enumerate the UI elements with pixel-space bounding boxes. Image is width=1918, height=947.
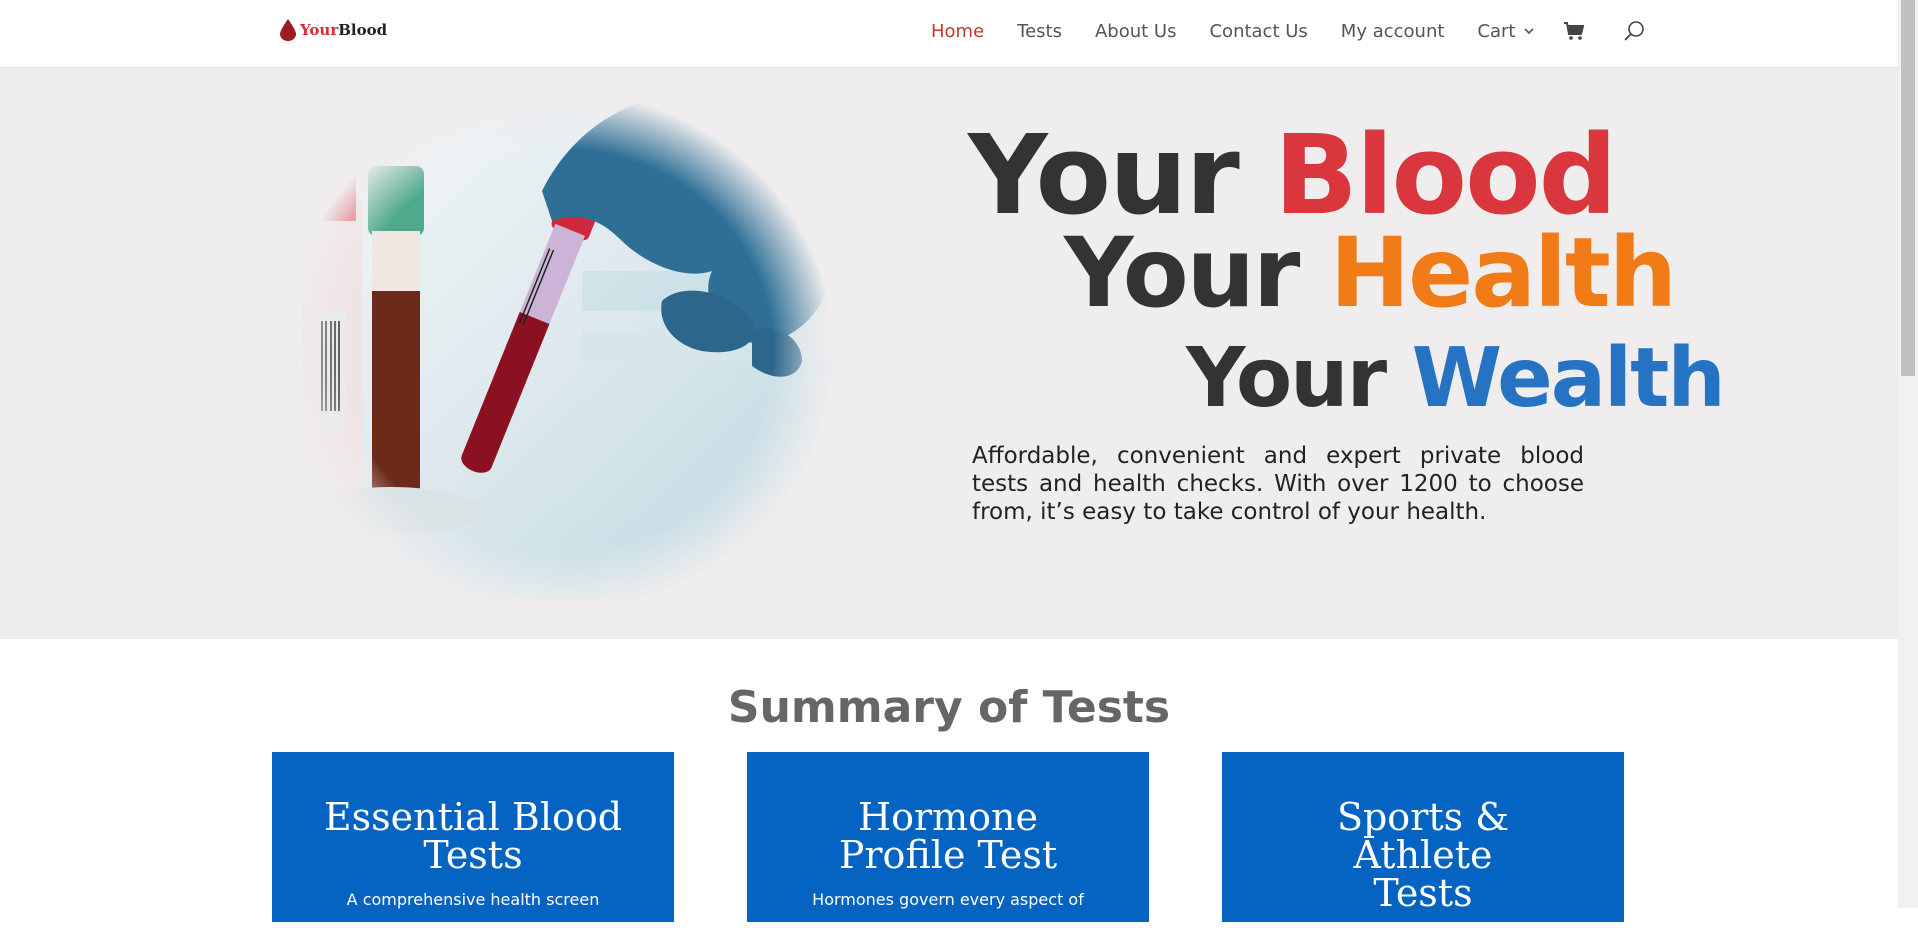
card-text: A comprehensive health screen (346, 890, 600, 909)
logo-your: Your (300, 21, 339, 39)
card-title: Hormone Profile Test (838, 795, 1058, 877)
card-title: Sports & Athlete Tests (1336, 795, 1510, 915)
page-scrollbar[interactable] (1898, 0, 1918, 908)
hero-description: Affordable, convenient and expert privat… (972, 443, 1584, 525)
logo-blood: Blood (338, 21, 388, 39)
main-nav: Home Tests About Us Contact Us My accoun… (931, 20, 1645, 42)
headline-line-2: Your Health (1064, 217, 1677, 329)
nav-my-account[interactable]: My account (1341, 21, 1445, 42)
nav-about-us[interactable]: About Us (1095, 21, 1177, 42)
hero-section: Your Blood Your Health Your Wealth Affor… (0, 67, 1898, 639)
card-text: Hormones govern every aspect of (812, 890, 1084, 909)
summary-title: Summary of Tests (727, 682, 1171, 733)
headline-line-3: Your Wealth (1186, 331, 1726, 426)
search-icon[interactable] (1623, 20, 1645, 42)
cart-icon[interactable] (1563, 21, 1585, 41)
nav-cart[interactable]: Cart (1477, 21, 1535, 42)
headline-wealth: Wealth (1411, 331, 1726, 426)
blood-drop-icon (280, 19, 296, 41)
card-text: A comprehensive sports profile (1298, 928, 1548, 947)
chevron-down-icon (1524, 28, 1535, 35)
nav-cart-label: Cart (1477, 20, 1516, 42)
headline-your-3: Your (1186, 331, 1387, 426)
site-header: YourBlood Home Tests About Us Contact Us… (0, 0, 1898, 67)
card-hormone-profile-test[interactable]: Hormone Profile Test Hormones govern eve… (747, 752, 1149, 922)
headline-your-2: Your (1064, 217, 1300, 329)
site-logo[interactable]: YourBlood (280, 19, 387, 41)
card-essential-blood-tests[interactable]: Essential Blood Tests A comprehensive he… (272, 752, 674, 922)
nav-home[interactable]: Home (931, 21, 984, 42)
headline-health: Health (1329, 217, 1677, 329)
nav-contact-us[interactable]: Contact Us (1209, 21, 1307, 42)
card-sports-athlete-tests[interactable]: Sports & Athlete Tests A comprehensive s… (1222, 752, 1624, 947)
nav-tests[interactable]: Tests (1017, 21, 1062, 42)
card-title: Essential Blood Tests (323, 795, 623, 877)
scrollbar-thumb[interactable] (1901, 0, 1915, 376)
hero-image (282, 71, 834, 601)
logo-text: YourBlood (300, 21, 387, 39)
